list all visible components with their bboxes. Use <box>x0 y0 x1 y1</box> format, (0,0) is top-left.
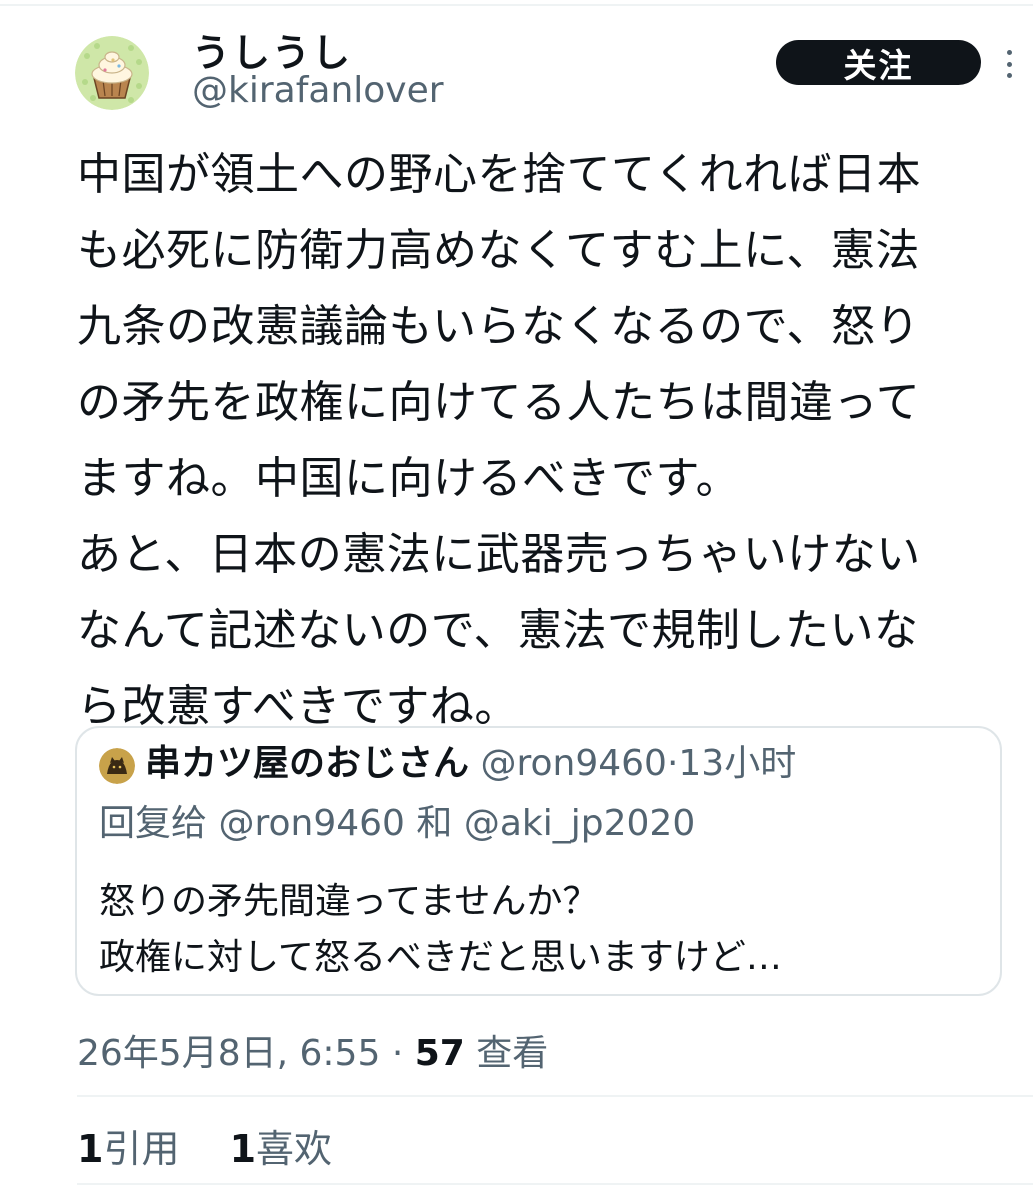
tweet-text: 中国が領土への野心を捨ててくれれば日本 も必死に防衛力高めなくてすむ上に、憲法 … <box>77 149 922 732</box>
cat-avatar-icon <box>99 748 135 784</box>
divider <box>77 1095 1033 1097</box>
reply-and: 和 <box>416 803 453 844</box>
quoted-reply-context: 回复给 @ron9460 和 @aki_jp2020 <box>99 802 695 846</box>
tweet-date[interactable]: 26年5月8日, 6:55 <box>77 1033 380 1074</box>
views-count: 57 <box>414 1033 465 1074</box>
likes-label: 喜欢 <box>256 1127 333 1171</box>
author-display-name[interactable]: うしうし <box>192 22 352 77</box>
quoted-time: 13小时 <box>678 743 797 784</box>
likes-stat[interactable]: 1喜欢 <box>230 1127 332 1171</box>
more-options-button[interactable] <box>997 44 1021 84</box>
author-handle[interactable]: @kirafanlover <box>192 70 444 111</box>
likes-count: 1 <box>229 1127 257 1171</box>
quoted-author-handle: @ron9460 <box>480 743 667 784</box>
tweet-stats: 1引用 1喜欢 <box>77 1118 370 1173</box>
author-avatar[interactable] <box>75 36 149 110</box>
reply-prefix: 回复给 <box>99 803 208 844</box>
quotes-stat[interactable]: 1引用 <box>77 1127 179 1171</box>
quoted-author-avatar <box>99 748 135 784</box>
more-vertical-icon <box>1006 50 1012 55</box>
divider <box>77 1183 1033 1185</box>
quoted-author-name: 串カツ屋のおじさん <box>145 743 470 784</box>
quoted-tweet-header: 串カツ屋のおじさん @ron9460·13小时 <box>145 742 796 786</box>
quotes-label: 引用 <box>103 1127 180 1171</box>
tweet-meta: 26年5月8日, 6:55 · 57 查看 <box>77 1024 548 1076</box>
reply-user-1: @ron9460 <box>218 803 405 844</box>
top-divider <box>0 4 1033 6</box>
quoted-separator: · <box>666 743 679 784</box>
meta-separator: · <box>391 1033 404 1074</box>
views-label: 查看 <box>476 1033 549 1074</box>
quotes-count: 1 <box>77 1127 104 1171</box>
follow-button[interactable]: 关注 <box>776 40 981 85</box>
quoted-tweet-card[interactable]: 串カツ屋のおじさん @ron9460·13小时 回复给 @ron9460 和 @… <box>75 726 1002 996</box>
quoted-tweet-text: 怒りの矛先間違ってませんか？ 政権に対して怒るべきだと思いますけど… <box>99 881 782 978</box>
reply-user-2: @aki_jp2020 <box>463 803 696 844</box>
cupcake-avatar-icon <box>75 36 149 110</box>
